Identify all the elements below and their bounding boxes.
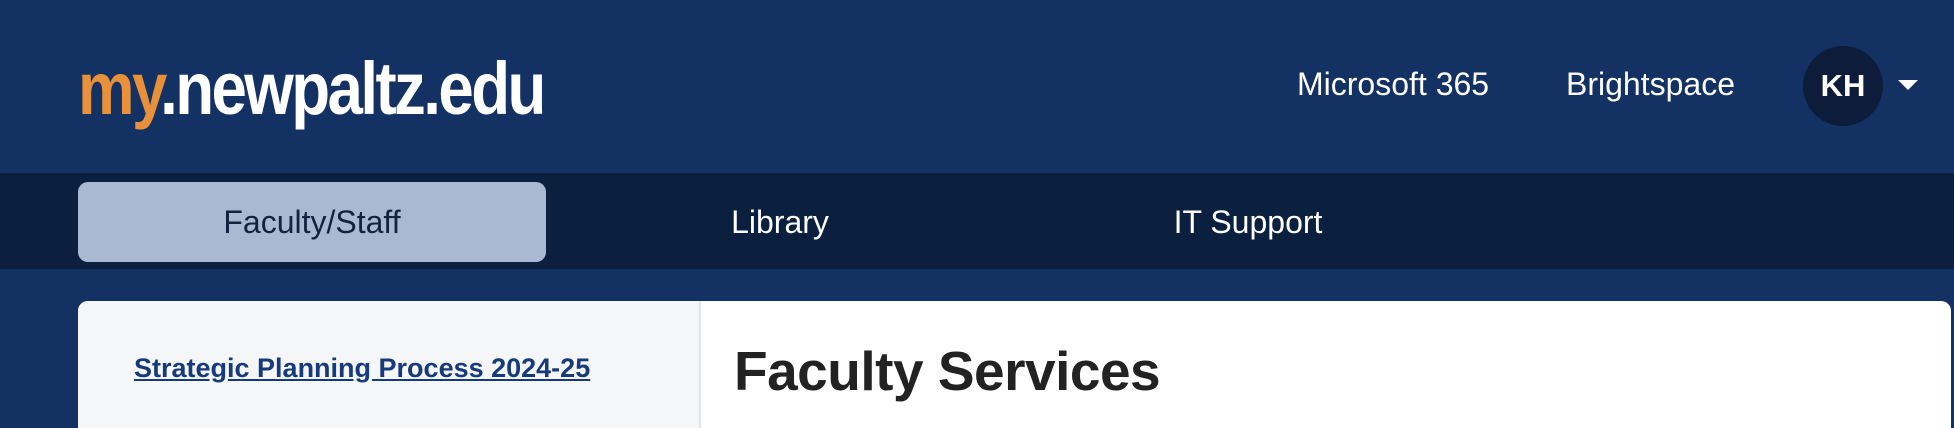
logo-my: my	[78, 47, 163, 130]
microsoft-365-link[interactable]: Microsoft 365	[1297, 66, 1489, 103]
tab-faculty-staff[interactable]: Faculty/Staff	[78, 182, 546, 262]
tab-library[interactable]: Library	[546, 182, 1014, 262]
page-title: Faculty Services	[734, 340, 1161, 402]
content-panel: Strategic Planning Process 2024-25 Facul…	[78, 301, 1951, 428]
top-header: my.newpaltz.edu Microsoft 365 Brightspac…	[0, 0, 1954, 173]
logo-domain: .newpaltz.edu	[160, 47, 546, 130]
site-logo[interactable]: my.newpaltz.edu	[78, 52, 546, 126]
sidebar: Strategic Planning Process 2024-25	[78, 301, 701, 428]
user-avatar[interactable]: KH	[1803, 46, 1883, 126]
sidebar-link-strategic-planning[interactable]: Strategic Planning Process 2024-25	[134, 353, 590, 384]
caret-down-icon[interactable]	[1898, 80, 1918, 90]
brightspace-link[interactable]: Brightspace	[1566, 66, 1735, 103]
tab-it-support[interactable]: IT Support	[1014, 182, 1482, 262]
